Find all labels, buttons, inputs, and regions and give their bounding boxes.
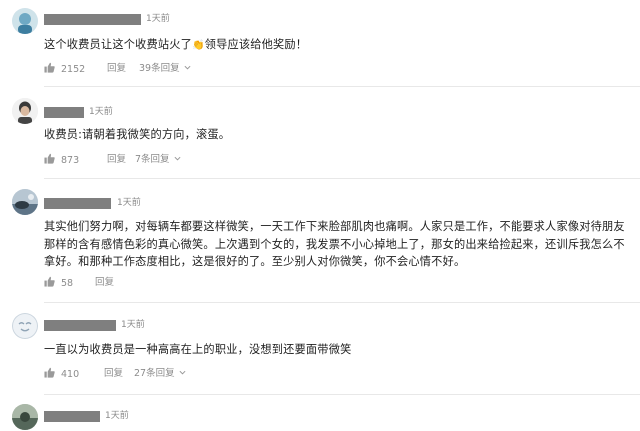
reply-button[interactable]: 回复 <box>107 153 126 167</box>
avatar[interactable] <box>12 404 38 430</box>
comment-text: 一直以为收费员是一种高高在上的职业，没想到还要面带微笑 <box>44 343 352 356</box>
like-button[interactable]: 2152 <box>44 62 85 77</box>
reply-button[interactable]: 回复 <box>104 367 123 381</box>
avatar[interactable] <box>12 313 38 339</box>
comment-time: 1天前 <box>117 198 141 208</box>
chevron-down-icon <box>174 155 181 162</box>
avatar[interactable] <box>12 8 38 34</box>
like-count: 410 <box>61 369 80 380</box>
avatar[interactable] <box>12 189 38 215</box>
reply-button[interactable]: 回复 <box>107 62 126 76</box>
comment-time: 1天前 <box>146 14 170 24</box>
view-replies-button[interactable]: 39条回复 <box>139 62 191 76</box>
comment-text: 这个收费员让这个收费站火了👏领导应该给他奖励！ <box>44 36 634 55</box>
replies-count: 7条回复 <box>135 154 170 165</box>
like-count: 58 <box>61 278 74 289</box>
like-button[interactable]: 410 <box>44 367 79 382</box>
username[interactable] <box>44 107 84 118</box>
chevron-down-icon <box>179 369 186 376</box>
username[interactable] <box>44 14 141 25</box>
thumbs-up-icon <box>44 367 55 378</box>
replies-count: 27条回复 <box>134 368 175 379</box>
divider <box>44 302 640 303</box>
comment-text-part: 领导应该给他奖励！ <box>204 38 308 51</box>
divider <box>44 178 640 179</box>
comment-text: 其实他们努力啊，对每辆车都要这样微笑，一天工作下来脸部肌肉也痛啊。人家只是工作，… <box>44 220 625 268</box>
comment-time: 1天前 <box>121 320 145 330</box>
reply-button[interactable]: 回复 <box>95 276 114 290</box>
comment-time: 1天前 <box>105 411 129 421</box>
comment-text: 收费员:请朝着我微笑的方向，滚蛋。 <box>44 128 231 141</box>
like-button[interactable]: 873 <box>44 153 79 168</box>
divider <box>44 86 640 87</box>
thumbs-up-icon <box>44 62 55 73</box>
username[interactable] <box>44 411 100 422</box>
divider <box>44 394 640 395</box>
username[interactable] <box>44 198 111 209</box>
clapping-emoji-icon: 👏 <box>192 40 205 51</box>
comment-text-part: 这个收费员让这个收费站火了 <box>44 38 193 51</box>
thumbs-up-icon <box>44 153 55 164</box>
like-count: 2152 <box>61 64 86 75</box>
like-count: 873 <box>61 155 80 166</box>
like-button[interactable]: 58 <box>44 276 73 291</box>
username[interactable] <box>44 320 116 331</box>
replies-count: 39条回复 <box>139 63 180 74</box>
view-replies-button[interactable]: 7条回复 <box>135 153 181 167</box>
view-replies-button[interactable]: 27条回复 <box>134 367 186 381</box>
avatar[interactable] <box>12 98 38 124</box>
comment-time: 1天前 <box>89 107 113 117</box>
chevron-down-icon <box>184 64 191 71</box>
thumbs-up-icon <box>44 276 55 287</box>
